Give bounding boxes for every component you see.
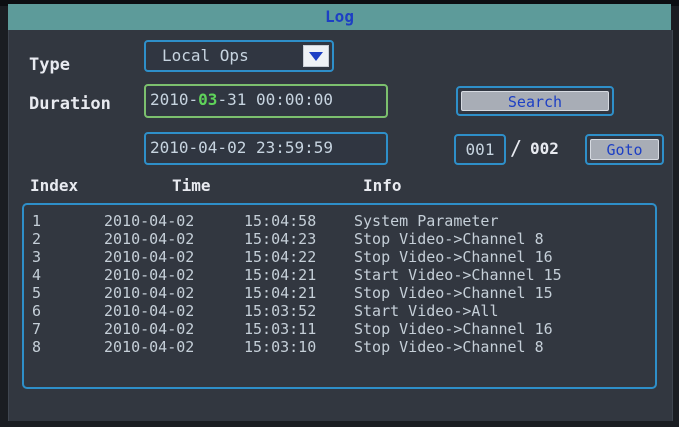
row-info: Stop Video->Channel 8 [354, 230, 544, 248]
end-time-value: 2010-04-02 23:59:59 [150, 138, 334, 157]
row-date: 2010-04-02 [104, 284, 195, 302]
column-header-time: Time [172, 176, 211, 195]
row-info: Stop Video->Channel 15 [354, 284, 553, 302]
row-date: 2010-04-02 [104, 338, 195, 356]
goto-button[interactable]: Goto [585, 134, 664, 165]
row-index: 4 [32, 266, 42, 284]
row-index: 5 [32, 284, 42, 302]
column-header-index: Index [30, 176, 79, 195]
row-info: Stop Video->Channel 16 [354, 320, 553, 338]
row-time: 15:04:21 [244, 266, 317, 284]
row-info: Start Video->Channel 15 [354, 266, 562, 284]
goto-button-label: Goto [590, 139, 659, 160]
page-separator: / [510, 136, 523, 160]
row-index: 7 [32, 320, 42, 338]
chevron-down-icon[interactable] [303, 45, 329, 67]
log-row[interactable]: 3 2010-04-02 15:04:22 Stop Video->Channe… [24, 249, 655, 265]
row-time: 15:04:22 [244, 248, 317, 266]
log-row[interactable]: 7 2010-04-02 15:03:11 Stop Video->Channe… [24, 321, 655, 337]
row-date: 2010-04-02 [104, 320, 195, 338]
log-row[interactable]: 2 2010-04-02 15:04:23 Stop Video->Channe… [24, 231, 655, 247]
row-date: 2010-04-02 [104, 266, 195, 284]
column-header-info: Info [363, 176, 402, 195]
type-select[interactable]: Local Ops [144, 40, 334, 72]
start-year: 2010- [150, 90, 199, 109]
row-time: 15:03:52 [244, 302, 317, 320]
start-month: 03 [198, 90, 218, 109]
log-row[interactable]: 8 2010-04-02 15:03:10 Stop Video->Channe… [24, 339, 655, 355]
log-row[interactable]: 6 2010-04-02 15:03:52 Start Video->All [24, 303, 655, 319]
log-row[interactable]: 4 2010-04-02 15:04:21 Start Video->Chann… [24, 267, 655, 283]
type-select-value: Local Ops [162, 46, 249, 65]
window-title: Log [325, 7, 354, 26]
search-button[interactable]: Search [456, 86, 614, 116]
row-time: 15:04:23 [244, 230, 317, 248]
row-index: 2 [32, 230, 42, 248]
row-time: 15:03:10 [244, 338, 317, 356]
end-time-field[interactable]: 2010-04-02 23:59:59 [144, 132, 388, 165]
row-date: 2010-04-02 [104, 230, 195, 248]
page-total: 002 [530, 139, 559, 158]
row-info: System Parameter [354, 212, 499, 230]
row-date: 2010-04-02 [104, 302, 195, 320]
log-row[interactable]: 5 2010-04-02 15:04:21 Stop Video->Channe… [24, 285, 655, 301]
row-date: 2010-04-02 [104, 248, 195, 266]
type-label: Type [29, 55, 70, 75]
row-date: 2010-04-02 [104, 212, 195, 230]
row-index: 3 [32, 248, 42, 266]
page-number-field[interactable]: 001 [454, 134, 506, 165]
row-info: Start Video->All [354, 302, 499, 320]
row-index: 1 [32, 212, 42, 230]
log-row[interactable]: 1 2010-04-02 15:04:58 System Parameter [24, 213, 655, 229]
title-bar: Log [8, 4, 671, 30]
log-list[interactable]: 1 2010-04-02 15:04:58 System Parameter 2… [22, 203, 657, 389]
row-info: Stop Video->Channel 16 [354, 248, 553, 266]
start-rest: -31 00:00:00 [217, 90, 334, 109]
page-current: 001 [465, 140, 495, 159]
row-index: 8 [32, 338, 42, 356]
row-info: Stop Video->Channel 8 [354, 338, 544, 356]
row-index: 6 [32, 302, 42, 320]
row-time: 15:03:11 [244, 320, 317, 338]
search-button-label: Search [461, 91, 609, 111]
duration-label: Duration [29, 94, 111, 114]
row-time: 15:04:58 [244, 212, 317, 230]
row-time: 15:04:21 [244, 284, 317, 302]
start-time-field[interactable]: 2010-03-31 00:00:00 [144, 84, 388, 118]
